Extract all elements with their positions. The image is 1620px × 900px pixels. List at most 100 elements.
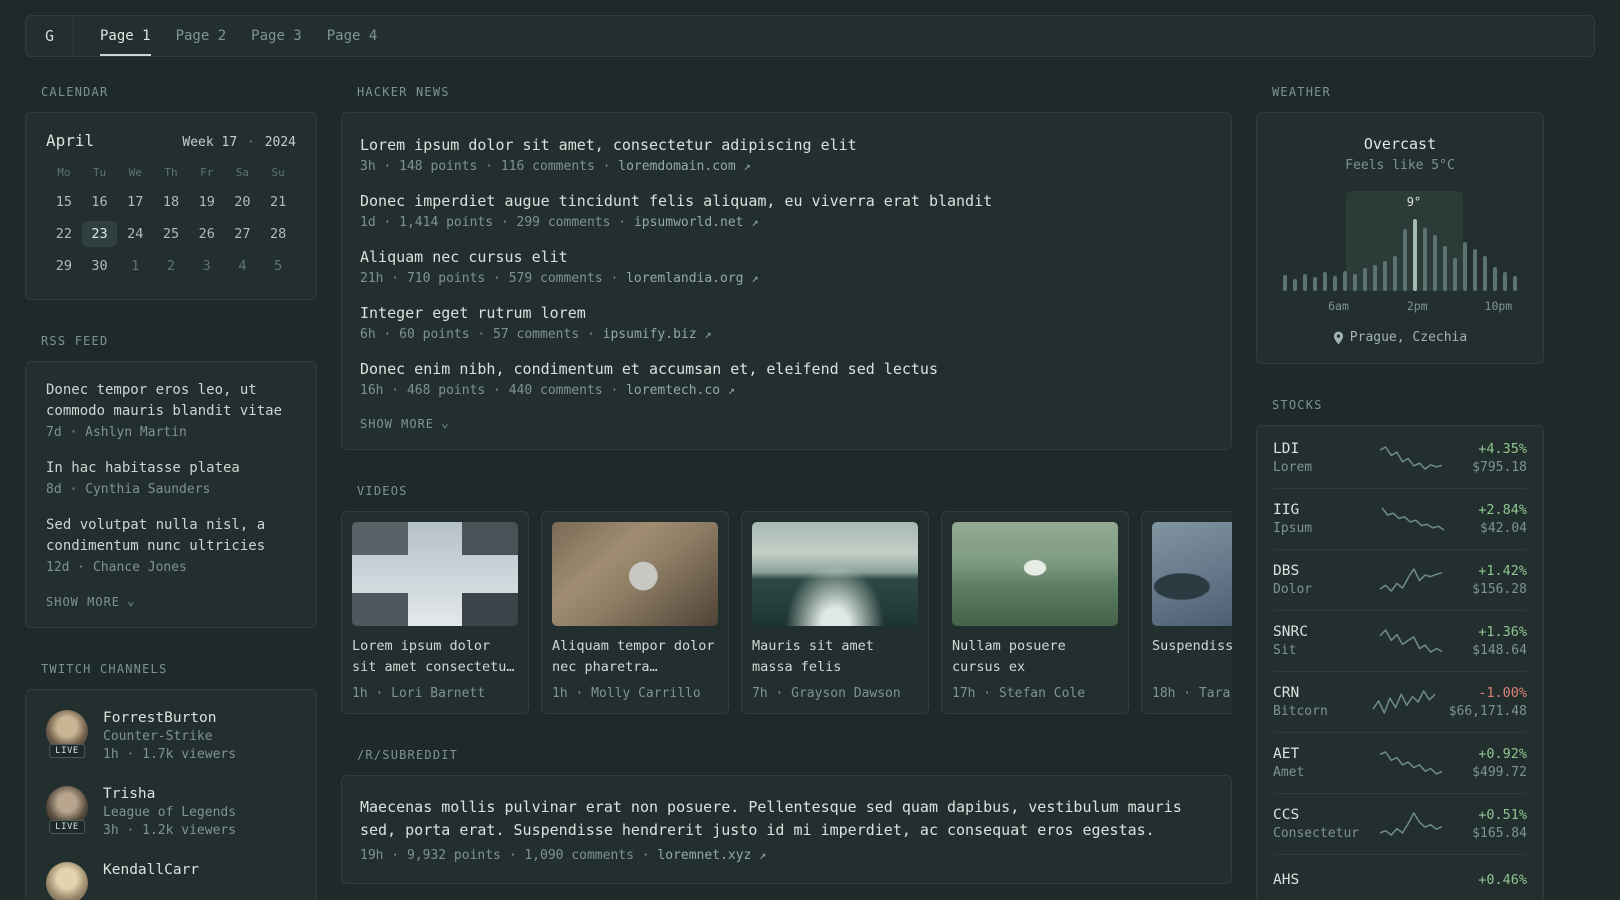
weather-bar — [1303, 273, 1307, 291]
hn-domain-link[interactable]: loremlandia.org — [626, 271, 743, 286]
rss-show-more-button[interactable]: SHOW MORE ⌄ — [46, 593, 136, 611]
twitch-channel[interactable]: LIVE ForrestBurton Counter-Strike 1h · 1… — [46, 710, 296, 762]
calendar-card: April Week 17 · 2024 Mo Tu We Th Fr Sa Su 15 16… — [25, 112, 317, 300]
twitch-card: LIVE ForrestBurton Counter-Strike 1h · 1… — [25, 689, 317, 900]
show-more-label: SHOW MORE — [46, 595, 121, 609]
hn-meta-text: 1d · 1,414 points · 299 comments · — [360, 215, 627, 230]
navbar: G Page 1 Page 2 Page 3 Page 4 — [25, 15, 1595, 57]
hn-item-meta: 21h · 710 points · 579 comments · loreml… — [360, 271, 1213, 286]
hn-item-title[interactable]: Integer eget rutrum lorem — [360, 304, 586, 322]
weekday-label: We — [128, 166, 142, 179]
video-thumbnail — [552, 522, 718, 626]
stock-ticker: IIG — [1273, 502, 1300, 518]
stock-row[interactable]: DBS Dolor +1.42% $156.28 — [1273, 550, 1527, 611]
weather-hour-label: 6am — [1328, 299, 1349, 313]
hn-item: Aliquam nec cursus elit 21h · 710 points… — [360, 247, 1213, 286]
video-card[interactable]: Mauris sit amet massa felis 7h · Grayson… — [741, 511, 929, 714]
channel-meta: 1h · 1.7k viewers — [103, 747, 237, 762]
stock-change: +1.36% — [1478, 624, 1527, 640]
weather-location: Prague, Czechia — [1277, 330, 1523, 345]
weather-bar — [1483, 256, 1487, 291]
hn-domain-link[interactable]: ipsumify.biz — [603, 327, 697, 342]
left-column: CALENDAR April Week 17 · 2024 Mo Tu We Th Fr… — [25, 85, 317, 900]
channel-name: KendallCarr — [103, 862, 200, 878]
weather-bar — [1343, 270, 1347, 291]
stock-row[interactable]: CRN Bitcorn -1.00% $66,171.48 — [1273, 672, 1527, 733]
stock-sparkline — [1379, 629, 1443, 653]
video-card[interactable]: Suspendisse diam 18h · Tara — [1141, 511, 1232, 714]
chevron-down-icon: ⌄ — [441, 416, 450, 431]
stock-row[interactable]: IIG Ipsum +2.84% $42.04 — [1273, 489, 1527, 550]
stock-sparkline — [1381, 507, 1445, 531]
stocks-widget: STOCKS LDI Lorem +4.35% $795.18 IIG Ipsu… — [1256, 398, 1544, 900]
stock-row[interactable]: LDI Lorem +4.35% $795.18 — [1273, 428, 1527, 489]
dashboard-columns: CALENDAR April Week 17 · 2024 Mo Tu We Th Fr… — [25, 85, 1620, 900]
app-logo[interactable]: G — [26, 16, 74, 56]
twitch-channel[interactable]: KendallCarr — [46, 862, 296, 900]
stock-name: Lorem — [1273, 460, 1313, 475]
tab-page-2[interactable]: Page 2 — [176, 16, 227, 56]
calendar-day: 30 — [91, 258, 108, 274]
stock-values: +4.35% $795.18 — [1472, 441, 1527, 475]
hackernews-card: Lorem ipsum dolor sit amet, consectetur … — [341, 112, 1232, 450]
calendar-day: 29 — [55, 258, 72, 274]
stock-row[interactable]: SNRC Sit +1.36% $148.64 — [1273, 611, 1527, 672]
hn-item-meta: 3h · 148 points · 116 comments · loremdo… — [360, 159, 1213, 174]
video-title: Aliquam tempor dolor nec pharetra… — [552, 638, 715, 675]
avatar-wrap — [46, 862, 88, 900]
hn-item-title[interactable]: Lorem ipsum dolor sit amet, consectetur … — [360, 136, 857, 154]
rss-item[interactable]: Donec tempor eros leo, ut commodo mauris… — [46, 380, 296, 440]
calendar-week-year: Week 17 · 2024 — [182, 135, 296, 150]
calendar-widget: CALENDAR April Week 17 · 2024 Mo Tu We Th Fr… — [25, 85, 317, 300]
twitch-channel[interactable]: LIVE Trisha League of Legends 3h · 1.2k … — [46, 786, 296, 838]
tab-page-3[interactable]: Page 3 — [251, 16, 302, 56]
stock-row[interactable]: AET Amet +0.92% $499.72 — [1273, 733, 1527, 794]
hn-show-more-button[interactable]: SHOW MORE ⌄ — [360, 415, 450, 433]
hn-item-title[interactable]: Donec enim nibh, condimentum et accumsan… — [360, 360, 938, 378]
rss-item[interactable]: In hac habitasse platea 8d · Cynthia Sau… — [46, 458, 296, 497]
hn-item-title[interactable]: Aliquam nec cursus elit — [360, 248, 568, 266]
stock-row[interactable]: CCS Consectetur +0.51% $165.84 — [1273, 794, 1527, 855]
hn-domain-link[interactable]: ipsumworld.net — [634, 215, 744, 230]
weather-bar — [1443, 246, 1447, 291]
reddit-post-title[interactable]: Maecenas mollis pulvinar erat non posuer… — [360, 798, 1182, 839]
calendar-day: 24 — [127, 226, 144, 242]
section-title-twitch: TWITCH CHANNELS — [41, 662, 168, 676]
weather-widget: WEATHER Overcast Feels like 5°C 9° 6am 2p… — [1256, 85, 1544, 364]
external-link-icon: ↗ — [759, 848, 767, 862]
stock-ticker: AET — [1273, 746, 1300, 762]
stock-id: AHS — [1273, 872, 1365, 891]
calendar-day: 18 — [162, 194, 180, 210]
section-title-rss: RSS FEED — [41, 334, 109, 348]
hn-item-title[interactable]: Donec imperdiet augue tincidunt felis al… — [360, 192, 992, 210]
stock-row[interactable]: AHS +0.46% — [1273, 855, 1527, 900]
stock-ticker: CRN — [1273, 685, 1300, 701]
channel-game: League of Legends — [103, 805, 237, 820]
stock-id: LDI Lorem — [1273, 441, 1365, 475]
channel-game: Counter-Strike — [103, 729, 213, 744]
weather-bar — [1363, 267, 1367, 291]
rss-item[interactable]: Sed volutpat nulla nisl, a condimentum n… — [46, 515, 296, 575]
stock-ticker: SNRC — [1273, 624, 1308, 640]
video-card[interactable]: Aliquam tempor dolor nec pharetra… 1h · … — [541, 511, 729, 714]
calendar-day: 20 — [234, 194, 251, 210]
separator-dot: · — [247, 135, 255, 150]
calendar-day: 3 — [202, 258, 211, 274]
rss-item-title: Donec tempor eros leo, ut commodo mauris… — [46, 382, 283, 419]
hn-domain-link[interactable]: loremtech.co — [626, 383, 720, 398]
stock-change: +4.35% — [1478, 441, 1527, 457]
calendar-month: April — [46, 131, 95, 150]
video-card[interactable]: Nullam posuere cursus ex 17h · Stefan Co… — [941, 511, 1129, 714]
tab-page-1[interactable]: Page 1 — [100, 16, 151, 56]
weather-bar — [1283, 275, 1287, 291]
calendar-day: 17 — [127, 194, 144, 210]
reddit-domain-link[interactable]: loremnet.xyz — [657, 848, 751, 863]
video-card[interactable]: Lorem ipsum dolor sit amet consectetu… 1… — [341, 511, 529, 714]
hn-domain-link[interactable]: loremdomain.com — [618, 159, 735, 174]
tab-page-4[interactable]: Page 4 — [327, 16, 378, 56]
stock-id: CCS Consectetur — [1273, 807, 1365, 841]
weather-chart: 9° — [1283, 191, 1517, 291]
video-meta: 1h · Lori Barnett — [352, 686, 486, 701]
channel-info: KendallCarr — [103, 862, 199, 900]
subreddit-widget: /R/SUBREDDIT Maecenas mollis pulvinar er… — [341, 748, 1232, 884]
